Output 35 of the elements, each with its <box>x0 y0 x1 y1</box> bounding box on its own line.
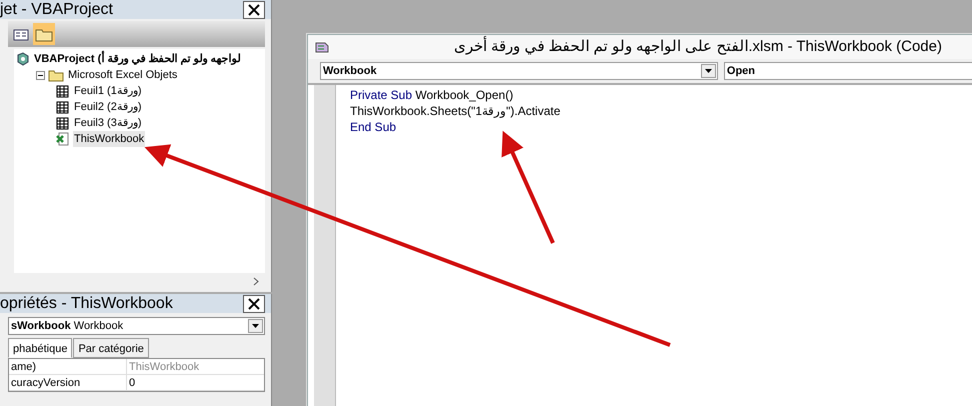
code-line: End Sub <box>350 119 398 135</box>
procedure-dropdown[interactable]: Open <box>724 62 972 80</box>
tree-item[interactable]: ThisWorkbook <box>73 130 146 148</box>
workbook-icon <box>56 132 70 146</box>
worksheet-icon <box>56 84 70 98</box>
tab[interactable]: Par catégorie <box>73 338 149 358</box>
tree-item[interactable]: Feuil3 (ورقة3) <box>73 114 142 132</box>
close-icon <box>248 298 260 310</box>
close-icon <box>248 4 260 16</box>
tree-item[interactable]: Feuil1 (ورقة1) <box>73 82 142 100</box>
folder-icon <box>48 68 64 82</box>
property-name[interactable]: ame) <box>9 359 127 374</box>
window-title: الفتح على الواجهه ولو تم الحفظ في ورقة أخرى.xlsm - ThisWorkbook (Code) <box>452 36 943 57</box>
tree-item[interactable]: Feuil2 (ورقة2) <box>73 98 142 116</box>
caret-icon <box>704 69 712 73</box>
tree-item[interactable]: Microsoft Excel Objets <box>67 66 178 84</box>
property-value[interactable]: 0 <box>127 375 264 390</box>
close-button[interactable] <box>243 294 265 312</box>
tab[interactable]: phabétique <box>8 338 72 358</box>
code-line: ThisWorkbook.Sheets("ورقة1").Activate <box>350 103 560 119</box>
worksheet-icon <box>56 116 70 130</box>
property-value[interactable]: ThisWorkbook <box>127 359 264 374</box>
property-name[interactable]: curacyVersion <box>9 375 127 390</box>
chevron-right-icon <box>253 277 259 286</box>
collapse-icon[interactable] <box>36 70 45 80</box>
close-button[interactable] <box>243 0 265 18</box>
tree-item[interactable]: VBAProject (لواجهه ولو تم الحفظ في ورقة أ <box>33 50 242 68</box>
toggle-folders-button[interactable] <box>33 23 55 45</box>
object-combo[interactable]: sWorkbook Workbook <box>8 317 265 335</box>
panel-title: opriétés - ThisWorkbook <box>0 294 173 313</box>
worksheet-icon <box>56 100 70 114</box>
caret-icon <box>252 324 259 328</box>
object-dropdown[interactable]: Workbook <box>320 62 718 80</box>
code-line: Private Sub Workbook_Open() <box>350 87 514 103</box>
module-icon <box>314 40 330 54</box>
